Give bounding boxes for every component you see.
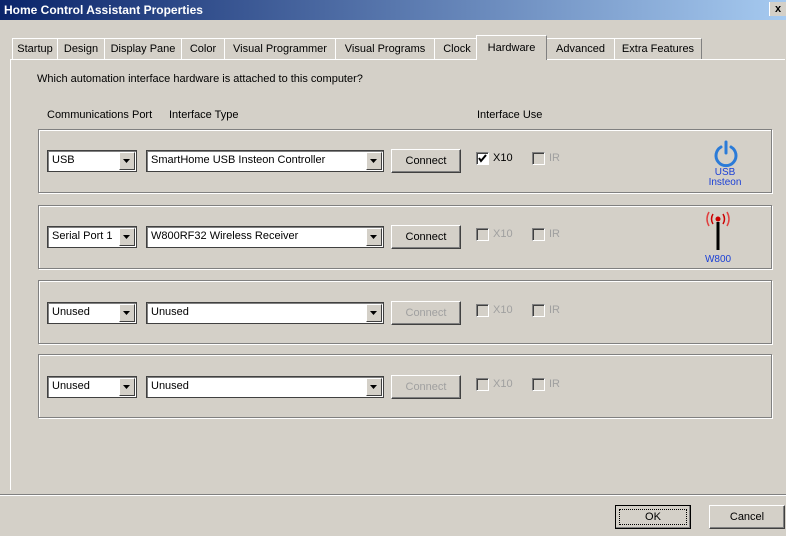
ir-label: IR: [549, 152, 560, 164]
interface-type-value: Unused: [151, 380, 189, 392]
checkbox-box[interactable]: [476, 378, 489, 391]
interface-type-value: W800RF32 Wireless Receiver: [151, 230, 299, 242]
hardware-question: Which automation interface hardware is a…: [37, 73, 363, 85]
chevron-down-icon[interactable]: [119, 152, 135, 170]
col-header-type: Interface Type: [169, 109, 239, 121]
tab-advanced[interactable]: Advanced: [546, 38, 615, 59]
chevron-down-icon[interactable]: [119, 304, 135, 322]
x10-label: X10: [493, 228, 513, 240]
cancel-button[interactable]: Cancel: [709, 505, 785, 529]
x10-label: X10: [493, 304, 513, 316]
x10-label: X10: [493, 378, 513, 390]
antenna-icon: [706, 211, 730, 250]
port-value: USB: [52, 154, 75, 166]
port-select[interactable]: Unused: [47, 376, 137, 398]
window-title: Home Control Assistant Properties: [4, 3, 203, 17]
col-header-use: Interface Use: [477, 109, 543, 121]
port-select[interactable]: Serial Port 1: [47, 226, 137, 248]
checkbox-box[interactable]: [476, 228, 489, 241]
chevron-down-icon[interactable]: [366, 378, 382, 396]
power-icon: [714, 140, 738, 168]
tab-visual-programs[interactable]: Visual Programs: [335, 38, 435, 59]
w800-label: W800: [704, 254, 732, 265]
ok-button[interactable]: OK: [615, 505, 691, 529]
connect-button[interactable]: Connect: [391, 149, 461, 173]
interface-row: Unused Unused Connect X10 IR: [38, 280, 772, 344]
interface-type-select[interactable]: SmartHome USB Insteon Controller: [146, 150, 384, 172]
tab-clock[interactable]: Clock: [434, 38, 480, 59]
interface-type-value: SmartHome USB Insteon Controller: [151, 154, 326, 166]
interface-type-select[interactable]: Unused: [146, 376, 384, 398]
tab-display-pane[interactable]: Display Pane: [104, 38, 182, 59]
interface-type-value: Unused: [151, 306, 189, 318]
title-bar: Home Control Assistant Properties x: [0, 0, 786, 20]
col-header-port: Communications Port: [47, 109, 153, 121]
chevron-down-icon[interactable]: [366, 228, 382, 246]
insteon-label: Insteon: [708, 177, 742, 188]
ir-label: IR: [549, 304, 560, 316]
tab-startup[interactable]: Startup: [12, 38, 58, 59]
checkmark-icon: [478, 154, 487, 163]
interface-row: Serial Port 1 W800RF32 Wireless Receiver…: [38, 205, 772, 269]
tab-color[interactable]: Color: [181, 38, 225, 59]
chevron-down-icon[interactable]: [366, 152, 382, 170]
dialog-footer: OK Cancel: [0, 494, 786, 536]
connect-button[interactable]: Connect: [391, 225, 461, 249]
x10-label: X10: [493, 152, 513, 164]
interface-type-select[interactable]: W800RF32 Wireless Receiver: [146, 226, 384, 248]
port-select[interactable]: Unused: [47, 302, 137, 324]
connect-button[interactable]: Connect: [391, 375, 461, 399]
close-icon[interactable]: x: [769, 2, 786, 16]
interface-type-select[interactable]: Unused: [146, 302, 384, 324]
tab-design[interactable]: Design: [57, 38, 105, 59]
port-value: Unused: [52, 306, 90, 318]
tab-visual-programmer[interactable]: Visual Programmer: [224, 38, 336, 59]
tab-extra-features[interactable]: Extra Features: [614, 38, 702, 59]
port-value: Unused: [52, 380, 90, 392]
checkbox-box[interactable]: [532, 304, 545, 317]
checkbox-box[interactable]: [532, 152, 545, 165]
chevron-down-icon[interactable]: [119, 378, 135, 396]
checkbox-box[interactable]: [532, 228, 545, 241]
interface-row: Unused Unused Connect X10 IR: [38, 354, 772, 418]
tab-hardware[interactable]: Hardware: [476, 35, 547, 60]
checkbox-box[interactable]: [476, 304, 489, 317]
chevron-down-icon[interactable]: [366, 304, 382, 322]
hardware-panel: [10, 59, 785, 490]
interface-row: USB SmartHome USB Insteon Controller Con…: [38, 129, 772, 193]
connect-button[interactable]: Connect: [391, 301, 461, 325]
chevron-down-icon[interactable]: [119, 228, 135, 246]
checkbox-box[interactable]: [532, 378, 545, 391]
port-value: Serial Port 1: [52, 230, 113, 242]
ir-label: IR: [549, 228, 560, 240]
ir-label: IR: [549, 378, 560, 390]
port-select[interactable]: USB: [47, 150, 137, 172]
checkbox-box[interactable]: [476, 152, 489, 165]
